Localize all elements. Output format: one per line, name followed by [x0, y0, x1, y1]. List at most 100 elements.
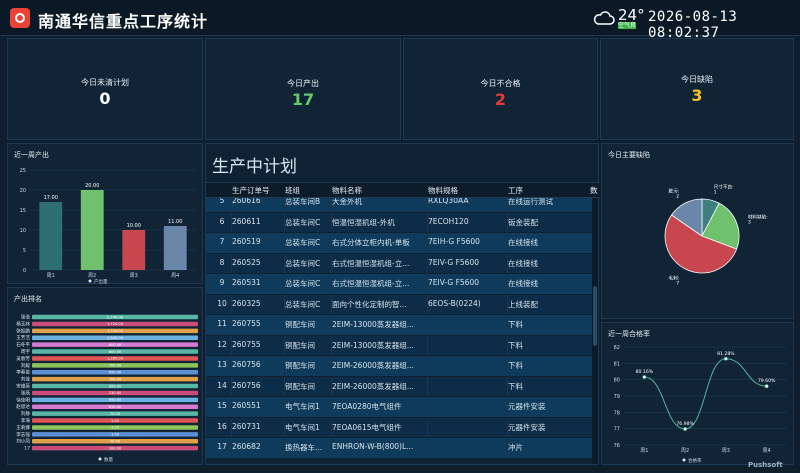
table-row[interactable]: 16 260731 电气车间1 7EOA0615电气组件 元器件安装 [206, 417, 594, 438]
table-cell: 5 [219, 198, 225, 205]
bar [39, 202, 63, 270]
rank-category-label: 张振鹏 [16, 327, 30, 334]
table-cell: 7EIV-G F5600 [428, 257, 479, 267]
column-header[interactable]: 工序 [508, 185, 523, 196]
rank-category-label: 刘小凤 [16, 438, 30, 445]
rank-value-label: 1.00 [111, 433, 120, 437]
rank-value-label: 2,745.00 [107, 315, 124, 319]
rank-category-label: 李春苗 [16, 369, 30, 376]
table-scrollbar[interactable] [592, 198, 598, 464]
column-header[interactable]: 数 [590, 185, 598, 196]
table-cell: 元器件安装 [508, 402, 546, 411]
table-row[interactable]: 5 260616 总装车间B 大金外机 RXLQ30AA 在线运行测试 [206, 198, 594, 213]
table-row[interactable]: 6 260611 总装车间C 恒温恒湿机组-外机 7ECOH120 钣金装配 [206, 212, 594, 233]
column-divider [427, 376, 428, 396]
pie-slice-label: 材料缺陷: 3 [748, 214, 768, 226]
table-cell: 元器件安装 [508, 422, 546, 432]
table-row[interactable]: 7 260519 总装车间C 右式分体立柜内机-单板 7EIH-G F5600 在线接线 [206, 233, 594, 254]
header-bar: 南通华信重点工序统计 24° 空气良 2026-08-13 08:02:37 [0, 0, 800, 41]
bar-value-label: 11.00 [168, 219, 182, 225]
table-cell: 7ECOH120 [428, 216, 469, 226]
table-cell: 总装车间C [285, 258, 321, 268]
plan-title: 生产中计划 [212, 157, 297, 177]
table-cell: 在线接线 [508, 238, 538, 247]
rank-value-label: 200.00 [109, 446, 122, 450]
kpi-value: 17 [291, 90, 315, 109]
y-tick-label: 80 [614, 378, 620, 384]
table-body[interactable]: 5 260616 总装车间B 大金外机 RXLQ30AA 在线运行测试 6 260611 总装车… [206, 198, 600, 464]
table-cell: 大金外机 [332, 198, 362, 206]
table-row[interactable]: 9 260531 总装车间C 右式恒温恒湿机组-立... 7EIV-G F5600 在线接… [206, 274, 594, 295]
table-row[interactable]: 15 260551 电气车间1 7EOA0280电气组件 元器件安装 [206, 397, 594, 418]
rank-value-label: 1,285.00 [107, 357, 124, 361]
table-row[interactable]: 11 260755 铜配车间 2EIM-13000蒸发器组... 下料 [206, 315, 594, 336]
column-header[interactable]: 班组 [285, 185, 300, 196]
table-cell: 260325 [232, 298, 261, 308]
rank-category-label: 王芳洁 [16, 334, 30, 341]
table-cell: 260731 [232, 421, 261, 431]
table-cell: 总装车间C [285, 238, 321, 247]
kpi-label: 今日产出 [287, 79, 319, 88]
rank-category-label: 石冬平 [16, 341, 30, 348]
rank-category-label: 吴春芳 [16, 355, 30, 362]
rank-value-label: 70.00 [110, 440, 121, 444]
defects-panel: 今日主要缺陷 尺寸不良: 1 材料缺陷: 3 毛刺: 7 脏污: 2 [601, 143, 794, 319]
table-cell: 冲片 [508, 443, 523, 452]
legend-label: 合格率 [688, 457, 702, 464]
rank-value-label: 1.00 [111, 426, 120, 430]
y-tick-label: 0 [23, 268, 26, 274]
column-divider [427, 438, 428, 458]
x-tick-label: 周4 [171, 273, 179, 279]
rank-value-label: 70.00 [110, 412, 121, 416]
column-divider [427, 335, 428, 355]
rank-value-label: 1,710.00 [107, 329, 124, 333]
output-ranking-chart: 张浩 2,745.00 杨玉林 1,720.00 张振鹏 1,710.00 王芳洁 1,545… [16, 314, 198, 463]
scrollbar-thumb[interactable] [593, 286, 597, 346]
table-cell: 11 [217, 319, 227, 328]
table-row[interactable]: 8 260525 总装车间C 右式恒温恒湿机组-立... 7EIV-G F5600 在线接… [206, 253, 594, 274]
table-cell: 恒温恒湿机组-外机 [332, 217, 395, 227]
table-row[interactable]: 12 260755 铜配车间 2EIM-13000蒸发器组... 下料 [206, 335, 594, 356]
weekly-output-panel: 近一周产出 0 5 10 15 20 25 17.00 周1 20.00 周2 10.00 周3 11.… [7, 143, 203, 285]
table-row[interactable]: 10 260325 总装车间C 面向个性化定制的智... 6EOS-B(0224) 上线装… [206, 294, 594, 315]
legend-marker [88, 279, 92, 283]
table-cell: 10 [217, 298, 227, 308]
table-cell: 260682 [232, 442, 261, 451]
rank-category-label: 杨玉林 [16, 320, 30, 327]
table-cell: 在线运行测试 [508, 198, 553, 206]
x-tick-label: 周4 [763, 448, 771, 454]
table-cell: 16 [217, 421, 227, 431]
rank-value-label: 810.00 [109, 405, 122, 409]
weekly-output-chart: 0 5 10 15 20 25 17.00 周1 20.00 周2 10.00 周3 11.00 周4 产出… [20, 168, 196, 285]
kpi-card-nonconforming: 今日不合格 2 [403, 38, 598, 140]
data-point [683, 427, 688, 431]
table-row[interactable]: 13 260756 铜配车间 2EIM-26000蒸发器组... 下料 [206, 356, 594, 377]
kpi-label: 今日不合格 [480, 79, 521, 88]
rank-value-label: 700.00 [109, 364, 122, 368]
rank-category-label: 张燕 [21, 389, 31, 396]
column-header[interactable]: 物料规格 [428, 185, 458, 196]
table-cell: 总装车间C [285, 279, 321, 288]
cloud-weather-icon [593, 11, 615, 25]
column-divider [427, 356, 428, 376]
table-cell: 7EIV-G F5600 [428, 278, 479, 287]
column-divider [427, 315, 428, 335]
table-row[interactable]: 14 260756 铜配车间 2EIM-26000蒸发器组... 下料 [206, 376, 594, 397]
table-cell: 总装车间B [285, 198, 321, 206]
point-value-label: 76.98% [676, 421, 694, 427]
column-header[interactable]: 物料名称 [332, 185, 362, 196]
column-header[interactable]: 生产订单号 [232, 185, 270, 196]
table-cell: 下料 [508, 381, 523, 391]
table-cell: 2EIM-26000蒸发器组... [332, 361, 414, 370]
rank-value-label: 650.00 [109, 371, 122, 375]
data-point [723, 356, 728, 361]
table-row[interactable]: 17 260682 换热器车... ENHRON-W-B(800)L... 冲片 [206, 438, 594, 459]
table-cell: 2EIM-26000蒸发器组... [332, 381, 414, 391]
watermark-logo: Pushsoft [748, 461, 783, 469]
rank-category-label: 李海 [21, 417, 31, 424]
rank-category-label: 赵思达 [16, 403, 30, 410]
y-tick-label: 77 [614, 427, 620, 433]
pie-slice-label: 脏污: 2 [668, 188, 679, 200]
x-tick-label: 周2 [88, 273, 96, 279]
y-tick-label: 82 [614, 345, 620, 351]
